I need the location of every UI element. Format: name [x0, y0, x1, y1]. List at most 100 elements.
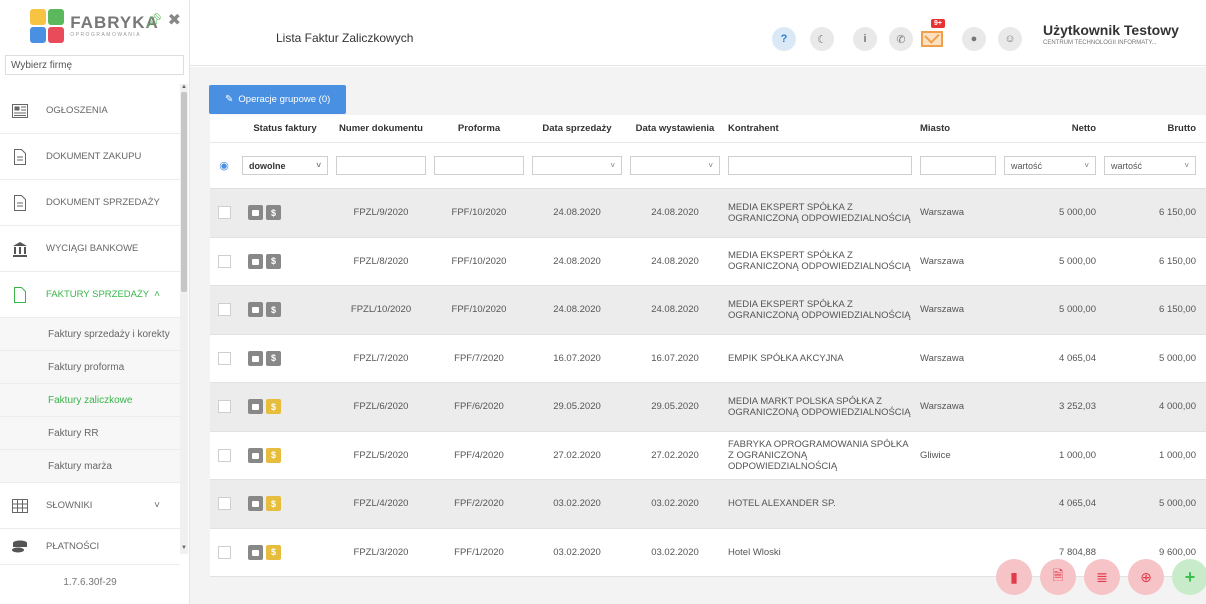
kontrahent-filter-input[interactable]	[728, 156, 912, 175]
sidebar-item-platnosci[interactable]: PŁATNOŚCI	[0, 529, 180, 565]
document-list-icon-button[interactable]: ≣	[1084, 559, 1120, 595]
column-header-miasto[interactable]: Miasto	[916, 123, 1000, 134]
close-icon[interactable]: ✖	[168, 10, 181, 30]
sidebar-subitem-faktury-rr[interactable]: Faktury RR	[0, 417, 180, 450]
sidebar-item-label: PŁATNOŚCI	[46, 541, 100, 552]
sidebar-item-label: WYCIĄGI BANKOWE	[46, 243, 139, 254]
brutto-filter-select[interactable]: wartość ˅	[1104, 156, 1196, 175]
sidebar-scrollbar-thumb[interactable]	[181, 92, 187, 292]
user-company: CENTRUM TECHNOLOGII INFORMATY...	[1043, 40, 1157, 46]
user-name[interactable]: Użytkownik Testowy	[1043, 22, 1179, 38]
cell-data-sprzedazy: 03.02.2020	[553, 546, 601, 558]
cell-miasto: Warszawa	[920, 207, 964, 219]
cell-netto: 5 000,00	[1059, 255, 1096, 267]
document-icon-button[interactable]: 🗎︎	[1040, 559, 1076, 595]
status-filter-select[interactable]: dowolne ˅	[242, 156, 328, 175]
column-header-data-wystawienia[interactable]: Data wystawienia	[626, 123, 724, 134]
globe-icon[interactable]: ●	[962, 27, 986, 51]
sidebar-subitem-faktury-sprzedazy-i-korekty[interactable]: Faktury sprzedaży i korekty	[0, 318, 180, 351]
bank-icon	[12, 241, 28, 257]
bulk-operations-button[interactable]: ✎ Operacje grupowe (0)	[209, 85, 347, 114]
pin-icon[interactable]: 📌︎	[145, 12, 163, 29]
row-checkbox[interactable]	[217, 206, 231, 220]
invoices-table: Status faktury Numer dokumentu Proforma …	[210, 115, 1206, 577]
table-row[interactable]: $ FPZL/6/2020 FPF/6/2020 29.05.2020 29.05.20…	[210, 383, 1206, 432]
document-add-icon-button[interactable]: ⊕	[1128, 559, 1164, 595]
cell-data-sprzedazy: 24.08.2020	[553, 304, 601, 316]
data-wystawienia-filter-select[interactable]: ˅	[630, 156, 720, 175]
cell-kontrahent: MEDIA EKSPERT SPÓŁKA Z OGRANICZONĄ ODPOW…	[728, 201, 911, 224]
netto-filter-value: wartość	[1011, 160, 1043, 171]
scroll-down-icon[interactable]: ▼	[181, 545, 187, 551]
lock-icon	[248, 350, 263, 366]
sidebar-item-faktury-sprzedazy[interactable]: FAKTURY SPRZEDAŻY ˄	[0, 272, 180, 318]
cell-miasto: Warszawa	[920, 304, 964, 316]
sidebar-subitem-faktury-proforma[interactable]: Faktury proforma	[0, 351, 180, 384]
edit-icon: ✎	[225, 94, 234, 105]
lock-icon	[248, 544, 263, 560]
sidebar-item-ogloszenia[interactable]: OGŁOSZENIA	[0, 88, 180, 134]
row-checkbox[interactable]	[217, 497, 231, 511]
cell-numer: FPZL/4/2020	[353, 498, 409, 510]
firm-select[interactable]: Wybierz firmę	[5, 55, 184, 75]
proforma-filter-input[interactable]	[434, 156, 524, 175]
user-icon[interactable]: ☺	[998, 27, 1022, 51]
newspaper-icon	[12, 103, 28, 119]
moon-icon[interactable]: ☾	[810, 27, 834, 51]
column-header-numer[interactable]: Numer dokumentu	[332, 123, 430, 134]
sidebar-item-wyciagi-bankowe[interactable]: WYCIĄGI BANKOWE	[0, 226, 180, 272]
info-icon[interactable]: i	[853, 27, 877, 51]
sidebar-menu: OGŁOSZENIA DOKUMENT ZAKUPU DOKUMENT SPRZ…	[0, 88, 180, 565]
payment-status-icon: $	[266, 544, 281, 560]
miasto-filter-input[interactable]	[920, 156, 996, 175]
help-icon[interactable]: ?	[772, 27, 796, 51]
table-row[interactable]: $ FPZL/10/2020 FPF/10/2020 24.08.2020 24.08.…	[210, 286, 1206, 335]
sidebar-item-dokument-zakupu[interactable]: DOKUMENT ZAKUPU	[0, 134, 180, 180]
sidebar-item-slowniki[interactable]: SŁOWNIKI ˅	[0, 483, 180, 529]
cell-proforma: FPF/4/2020	[454, 449, 504, 461]
cell-data-sprzedazy: 27.02.2020	[553, 449, 601, 461]
book-icon-button[interactable]: ▮	[996, 559, 1032, 595]
cell-brutto: 5 000,00	[1159, 352, 1196, 364]
payment-status-icon: $	[266, 205, 281, 221]
column-header-netto[interactable]: Netto	[1000, 123, 1100, 134]
row-checkbox[interactable]	[217, 303, 231, 317]
table-row[interactable]: $ FPZL/8/2020 FPF/10/2020 24.08.2020 24.08.2…	[210, 237, 1206, 286]
cell-kontrahent: MEDIA EKSPERT SPÓŁKA Z OGRANICZONĄ ODPOW…	[728, 298, 911, 321]
phone-icon[interactable]: ✆	[889, 27, 913, 51]
cell-numer: FPZL/7/2020	[353, 352, 409, 364]
cell-netto: 7 804,88	[1059, 546, 1096, 558]
table-row[interactable]: $ FPZL/4/2020 FPF/2/2020 03.02.2020 03.02.20…	[210, 480, 1206, 529]
sidebar-subitem-faktury-zaliczkowe[interactable]: Faktury zaliczkowe	[0, 384, 180, 417]
cell-numer: FPZL/6/2020	[353, 401, 409, 413]
cell-proforma: FPF/10/2020	[451, 255, 507, 267]
row-checkbox[interactable]	[217, 400, 231, 414]
sidebar-item-dokument-sprzedazy[interactable]: DOKUMENT SPRZEDAŻY	[0, 180, 180, 226]
table-row[interactable]: $ FPZL/7/2020 FPF/7/2020 16.07.2020 16.07.20…	[210, 334, 1206, 383]
row-checkbox[interactable]	[217, 545, 231, 559]
row-checkbox[interactable]	[217, 351, 231, 365]
cell-kontrahent: Hotel Wloski	[728, 546, 781, 558]
netto-filter-select[interactable]: wartość ˅	[1004, 156, 1096, 175]
column-header-kontrahent[interactable]: Kontrahent	[724, 123, 916, 134]
column-header-data-sprzedazy[interactable]: Data sprzedaży	[528, 123, 626, 134]
data-sprzedazy-filter-select[interactable]: ˅	[532, 156, 622, 175]
cell-miasto: Warszawa	[920, 255, 964, 267]
row-checkbox[interactable]	[217, 448, 231, 462]
column-header-brutto[interactable]: Brutto	[1100, 123, 1200, 134]
cell-numer: FPZL/10/2020	[350, 304, 412, 316]
table-row[interactable]: $ FPZL/9/2020 FPF/10/2020 24.08.2020 24.08.2…	[210, 189, 1206, 238]
column-header-proforma[interactable]: Proforma	[430, 123, 528, 134]
scroll-up-icon[interactable]: ▲	[181, 84, 187, 90]
numer-filter-input[interactable]	[336, 156, 426, 175]
add-invoice-button[interactable]: +	[1172, 559, 1206, 595]
payment-status-icon: $	[266, 302, 281, 318]
document-icon	[12, 148, 28, 165]
sidebar-item-label: SŁOWNIKI	[46, 500, 93, 511]
column-header-status[interactable]: Status faktury	[238, 123, 332, 134]
mail-button[interactable]: 9+	[919, 19, 947, 51]
sidebar-subitem-faktury-marza[interactable]: Faktury marża	[0, 450, 180, 483]
table-row[interactable]: $ FPZL/5/2020 FPF/4/2020 27.02.2020 27.02.20…	[210, 431, 1206, 480]
eye-icon[interactable]: ◉	[219, 159, 229, 172]
row-checkbox[interactable]	[217, 254, 231, 268]
